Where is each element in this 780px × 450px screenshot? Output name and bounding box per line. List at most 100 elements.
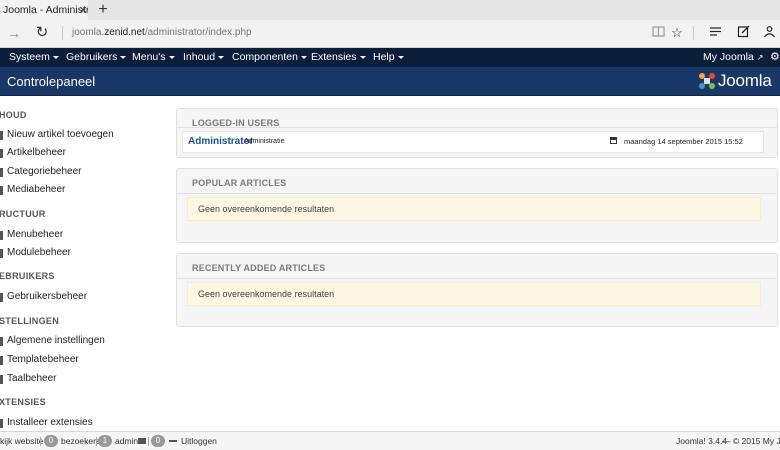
divider <box>62 26 63 40</box>
sidebar-item-label: Nieuw artikel toevoegen <box>7 129 114 140</box>
divider <box>148 437 149 446</box>
user-role: Administratie <box>244 138 285 145</box>
version-text: Joomla! 3.4.4 <box>676 436 728 446</box>
sidebar-item-label: Installeer extensies <box>7 417 93 428</box>
recent-articles-panel: RECENTLY ADDED ARTICLES Geen overeenkome… <box>176 253 778 327</box>
sidebar-heading-inhoud: HOUD <box>0 110 27 120</box>
menu-gebruikers[interactable]: Gebruikers <box>66 48 127 67</box>
menu-help[interactable]: Help <box>373 48 404 67</box>
caret-down-icon <box>300 55 307 59</box>
external-link-icon: ↗ <box>756 53 764 62</box>
menu-label: Gebruikers <box>66 51 118 63</box>
calendar-icon <box>610 137 617 144</box>
alert-text: Geen overeenkomende resultaten <box>198 289 335 299</box>
messages-count-badge[interactable]: 0 <box>151 435 165 447</box>
visitors-count-badge: 0 <box>44 435 58 447</box>
logout-link[interactable]: Uitloggen <box>181 436 217 446</box>
stack-icon <box>0 149 3 158</box>
joomla-logo-icon <box>699 73 715 89</box>
menu-label: Inhoud <box>183 51 216 63</box>
sidebar-item-label: Modulebeheer <box>7 247 71 258</box>
users-icon <box>0 293 3 302</box>
menu-label: Extensies <box>311 51 357 63</box>
caret-down-icon <box>218 55 225 59</box>
url-prefix: joomla. <box>72 27 105 38</box>
menu-componenten[interactable]: Componenten <box>232 48 307 67</box>
page-header: Controlepaneel Joomla <box>0 67 780 96</box>
sidebar: HOUD Nieuw artikel toevoegen Artikelbehe… <box>0 97 170 430</box>
caret-down-icon <box>52 55 59 59</box>
sidebar-item-label: Artikelbeheer <box>7 147 66 158</box>
caret-down-icon <box>168 55 175 59</box>
panel-title: POPULAR ARTICLES <box>192 178 287 188</box>
admin-label[interactable]: admin <box>115 436 138 446</box>
sidebar-heading-instellingen: STELLINGEN <box>0 316 60 326</box>
login-date: maandag 14 september 2015 15:52 <box>624 137 743 146</box>
joomla-logo-text: Joomla <box>718 71 772 90</box>
menu-label: Systeem <box>9 51 50 63</box>
browser-tab[interactable]: Joomla - Administra <box>0 0 88 20</box>
url-path: /administrator/index.php <box>144 27 252 38</box>
menu-systeem[interactable]: Systeem <box>9 48 59 67</box>
url-domain: zenid.net <box>104 27 145 38</box>
minus-icon <box>169 440 177 442</box>
star-icon[interactable]: ☆ <box>669 25 685 41</box>
menu-label: Help <box>373 51 395 63</box>
view-site-link[interactable]: kijk website <box>0 436 43 446</box>
caret-down-icon <box>120 55 127 59</box>
sidebar-item-label: Categoriebeheer <box>7 166 82 177</box>
sidebar-item-label: Algemene instellingen <box>7 335 105 346</box>
web-note-icon[interactable] <box>735 25 751 41</box>
cube-icon <box>0 249 3 258</box>
reload-icon[interactable]: ↻ <box>34 25 50 41</box>
eye-icon <box>0 356 3 365</box>
logged-in-user-row: Administrator Administratie maandag 14 s… <box>182 131 764 153</box>
admin-status-bar: kijk website 0 bezoekers 1 admin 0 Uitlo… <box>0 431 780 450</box>
alert-text: Geen overeenkomende resultaten <box>198 204 335 214</box>
close-tab-icon[interactable]: × <box>76 3 90 17</box>
share-icon[interactable] <box>761 25 777 41</box>
sidebar-item-label: Templatebeheer <box>7 354 79 365</box>
gear-icon[interactable]: ⚙ <box>770 48 780 67</box>
menu-extensies[interactable]: Extensies <box>311 48 366 67</box>
cog-icon <box>0 337 3 346</box>
admin-count-badge: 1 <box>98 435 112 447</box>
sidebar-item-label: Menubeheer <box>7 229 64 240</box>
copyright-text: — © 2015 My Jo <box>722 436 780 446</box>
page-title: Controlepaneel <box>7 74 96 89</box>
empty-results-alert: Geen overeenkomende resultaten <box>187 197 761 221</box>
divider <box>96 437 97 446</box>
joomla-logo: Joomla <box>698 70 772 92</box>
browser-address-bar: → ↻ joomla.zenid.net/administrator/index… <box>0 20 780 48</box>
panel-title: RECENTLY ADDED ARTICLES <box>192 263 326 273</box>
hub-icon[interactable] <box>707 25 723 41</box>
forward-arrow-icon[interactable]: → <box>6 25 22 41</box>
visitors-label[interactable]: bezoekers <box>61 436 100 446</box>
divider <box>40 437 41 446</box>
url-field[interactable]: joomla.zenid.net/administrator/index.php <box>72 27 252 38</box>
popular-articles-panel: POPULAR ARTICLES Geen overeenkomende res… <box>176 168 778 243</box>
browser-tab-bar: Joomla - Administra × + <box>0 0 780 20</box>
comment-icon <box>0 375 3 384</box>
reading-view-icon[interactable] <box>650 25 666 41</box>
caret-down-icon <box>397 55 404 59</box>
logged-in-users-panel: LOGGED-IN USERS Administrator Administra… <box>176 108 778 158</box>
divider <box>693 26 694 40</box>
sidebar-item-label: Gebruikersbeheer <box>7 291 88 302</box>
my-joomla-label: My Joomla <box>703 51 754 63</box>
divider <box>177 193 777 194</box>
menu-label: Componenten <box>232 51 298 63</box>
add-icon <box>0 131 3 140</box>
sidebar-item-label: Taalbeheer <box>7 373 57 384</box>
sidebar-item-label: Mediabeheer <box>7 184 66 195</box>
menu-inhoud[interactable]: Inhoud <box>183 48 225 67</box>
my-joomla-link[interactable]: My Joomla ↗ <box>703 48 763 67</box>
admin-top-menu: Systeem Gebruikers Menu's Inhoud Compone… <box>0 48 780 67</box>
menu-menus[interactable]: Menu's <box>132 48 175 67</box>
new-tab-button[interactable]: + <box>96 1 110 19</box>
menu-icon <box>0 231 3 240</box>
folder-icon <box>0 168 3 177</box>
caret-down-icon <box>359 55 366 59</box>
upload-icon <box>0 419 3 428</box>
divider <box>177 127 777 128</box>
